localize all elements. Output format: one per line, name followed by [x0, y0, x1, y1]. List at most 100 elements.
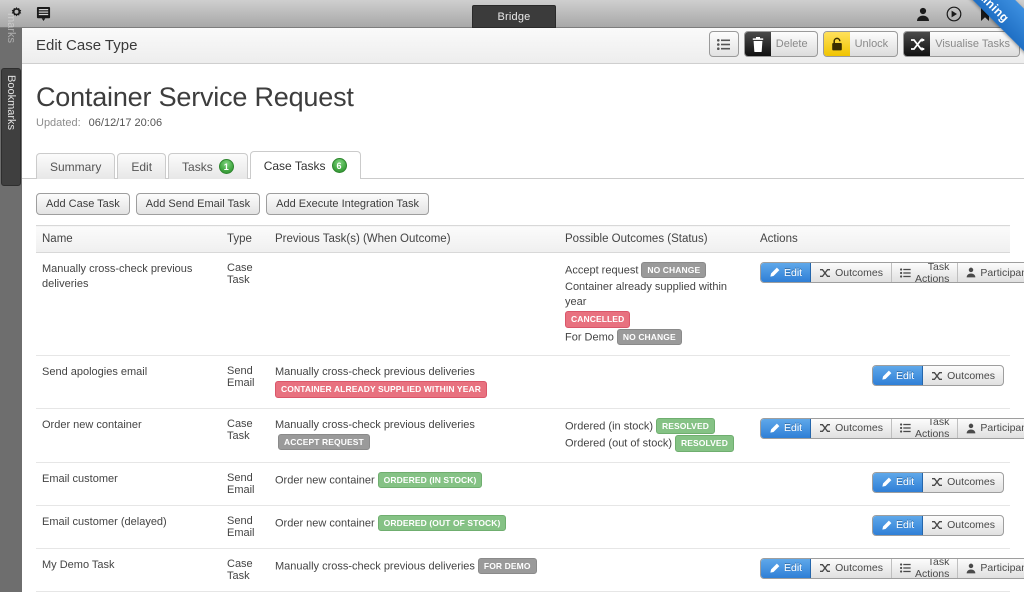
- shuffle-icon: [904, 32, 931, 56]
- action-button-label: Edit: [896, 519, 915, 532]
- edit-icon: [881, 520, 892, 531]
- row-action-button-group: Edit Outcomes: [872, 514, 1004, 536]
- bookmarks-tab-label-ghost: marks: [5, 13, 17, 43]
- outcomes-button[interactable]: Outcomes: [923, 516, 1003, 535]
- cell-task-type: Case Task: [221, 548, 269, 592]
- list-icon: [711, 32, 737, 56]
- outcomes-icon: [931, 520, 943, 530]
- status-badge: FOR DEMO: [477, 557, 537, 575]
- cell-possible-outcomes: [559, 505, 754, 549]
- edit-icon: [769, 423, 780, 434]
- action-button-label: Outcomes: [835, 266, 883, 279]
- participants-button[interactable]: Participants: [958, 559, 1024, 578]
- status-badge: RESOLVED: [675, 435, 734, 452]
- browser-tab[interactable]: Bridge: [472, 5, 556, 28]
- action-button-label: Outcomes: [947, 369, 995, 382]
- outcomes-button[interactable]: Outcomes: [923, 366, 1003, 385]
- edit-button[interactable]: Edit: [873, 366, 924, 386]
- outcomes-button[interactable]: Outcomes: [811, 558, 892, 578]
- cell-text: Manually cross-check previous deliveries: [275, 366, 475, 379]
- cell-previous-tasks: [269, 252, 559, 357]
- action-button-label: Task Actions: [914, 557, 950, 579]
- visualise-tasks-button-label: Visualise Tasks: [935, 38, 1010, 50]
- outcomes-button[interactable]: Outcomes: [811, 263, 892, 282]
- list-view-button[interactable]: [708, 31, 739, 57]
- outcomes-icon: [819, 423, 831, 433]
- bookmarks-tab-label: Bookmarks: [5, 75, 17, 131]
- cell-previous-tasks: Manually cross-check previous deliveries…: [269, 408, 559, 463]
- cell-possible-outcomes: Ordered (in stock) RESOLVED Ordered (out o…: [559, 408, 754, 463]
- unlock-button-label: Unlock: [854, 38, 889, 50]
- cell-line: Manually cross-check previous deliveries…: [275, 365, 553, 398]
- cell-possible-outcomes: [559, 548, 754, 592]
- status-badge: RESOLVED: [656, 417, 715, 435]
- add-send-email-task-button[interactable]: Add Send Email Task: [135, 193, 261, 215]
- edit-button[interactable]: Edit: [761, 558, 812, 578]
- cell-text: Manually cross-check previous deliveries: [275, 418, 475, 431]
- edit-icon: [881, 370, 892, 381]
- delete-button-label: Delete: [775, 38, 808, 50]
- status-badge: ORDERED (OUT OF STOCK): [377, 514, 507, 532]
- action-button-label: Participants: [980, 422, 1024, 435]
- tab-case-tasks[interactable]: Case Tasks 6: [249, 151, 361, 179]
- task-actions-button[interactable]: Task Actions: [892, 418, 959, 438]
- cell-task-name: Order new container: [36, 408, 221, 463]
- row-action-button-group: Edit Outcomes Task Actions Participants: [760, 557, 1024, 579]
- outcomes-button[interactable]: Outcomes: [923, 473, 1003, 492]
- cell-line: Container already supplied within year CA…: [565, 280, 748, 329]
- header-action-group: Delete Unlock Visualise Tasks: [708, 31, 1020, 57]
- edit-button[interactable]: Edit: [761, 263, 812, 282]
- cell-previous-tasks: Order new container ORDERED (OUT OF STOCK…: [269, 505, 559, 549]
- status-badge: ORDERED (IN STOCK): [377, 471, 483, 489]
- cell-actions: Edit Outcomes: [754, 355, 1010, 409]
- outcomes-icon: [819, 268, 831, 278]
- task-actions-button[interactable]: Task Actions: [892, 557, 959, 579]
- tab-summary[interactable]: Summary: [36, 153, 116, 179]
- action-button-label: Edit: [784, 422, 803, 435]
- tab-edit[interactable]: Edit: [117, 153, 167, 179]
- delete-button[interactable]: Delete: [743, 31, 818, 57]
- trash-icon: [744, 32, 771, 56]
- action-button-label: Participants: [980, 266, 1024, 279]
- cell-task-type: Case Task: [221, 252, 269, 357]
- task-actions-button[interactable]: Task Actions: [892, 262, 959, 283]
- cell-text: Ordered (out of stock): [565, 437, 672, 450]
- action-button-label: Participants: [980, 562, 1024, 575]
- bookmarks-tab[interactable]: Bookmarks marks: [1, 13, 21, 186]
- action-button-label: Task Actions: [914, 262, 950, 283]
- cell-task-name: My Demo Task: [36, 548, 221, 592]
- table-row: Send apologies email Send Email Manually c…: [36, 355, 1010, 409]
- participants-button[interactable]: Participants: [958, 263, 1024, 282]
- edit-button[interactable]: Edit: [873, 472, 924, 492]
- outcomes-icon: [819, 563, 831, 573]
- cell-possible-outcomes: Accept request NO CHANGE Container already…: [559, 252, 754, 357]
- browser-chrome-bar: Bridge: [0, 0, 1024, 28]
- outcomes-button[interactable]: Outcomes: [811, 418, 892, 438]
- column-header-outcomes: Possible Outcomes (Status): [559, 225, 754, 253]
- cell-text: For Demo: [565, 331, 614, 344]
- play-circle-icon[interactable]: [943, 3, 965, 25]
- cell-previous-tasks: Manually cross-check previous deliveries…: [269, 355, 559, 409]
- row-action-button-group: Edit Outcomes: [872, 365, 1004, 387]
- edit-button[interactable]: Edit: [873, 515, 924, 535]
- row-action-button-group: Edit Outcomes Task Actions Participants: [760, 417, 1024, 439]
- cell-line: Order new container ORDERED (IN STOCK): [275, 471, 553, 490]
- edit-button[interactable]: Edit: [761, 418, 812, 438]
- action-button-label: Outcomes: [835, 422, 883, 435]
- outcomes-icon: [931, 477, 943, 487]
- column-header-type: Type: [221, 225, 269, 253]
- user-person-icon[interactable]: [912, 3, 934, 25]
- visualise-tasks-button[interactable]: Visualise Tasks: [903, 31, 1020, 57]
- cell-task-name: Email customer (delayed): [36, 505, 221, 549]
- table-row: Order new container Case Task Manually cro…: [36, 408, 1024, 463]
- add-execute-integration-task-button[interactable]: Add Execute Integration Task: [266, 193, 430, 215]
- add-case-task-button[interactable]: Add Case Task: [36, 193, 130, 215]
- cell-actions: Edit Outcomes: [754, 505, 1010, 549]
- action-button-label: Edit: [784, 562, 803, 575]
- participants-button[interactable]: Participants: [958, 419, 1024, 438]
- unlock-button[interactable]: Unlock: [822, 31, 899, 57]
- cell-task-name: Send apologies email: [36, 355, 221, 409]
- tab-tasks[interactable]: Tasks 1: [168, 153, 248, 179]
- list-menu-icon[interactable]: [32, 3, 54, 25]
- cell-task-type: Send Email: [221, 355, 269, 409]
